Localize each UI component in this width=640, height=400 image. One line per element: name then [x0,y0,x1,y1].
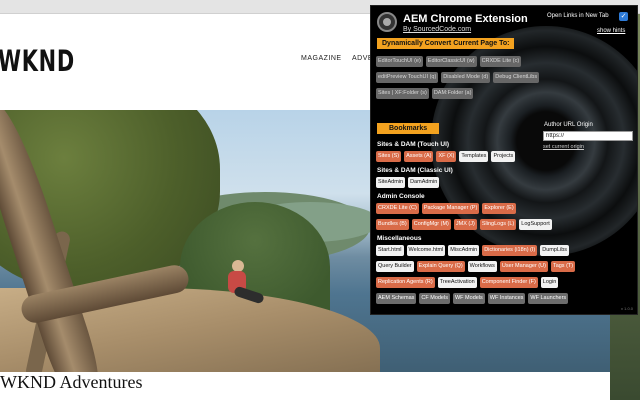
convert-editor-touchui-button[interactable]: EditorTouchUI (e) [376,56,423,67]
bookmark-row: Sites (S) Assets (A) XF (X) Templates Pr… [376,151,516,162]
convert-row: Sites | XF:Folder (s) DAM:Folder (a) [376,88,474,99]
bookmark-explorer-button[interactable]: Explorer (E) [482,203,516,214]
admin-console-heading: Admin Console [377,193,425,200]
convert-sites-folder-button[interactable]: Sites | XF:Folder (s) [376,88,429,99]
bookmark-explain-query-button[interactable]: Explain Query (Q) [416,261,465,272]
bookmark-aem-schemas-button[interactable]: AEM Schemas [376,293,417,304]
extension-title: AEM Chrome Extension [403,13,528,25]
bookmark-tags-button[interactable]: Tags (T) [550,261,576,272]
author-url-input[interactable] [543,131,633,141]
bookmark-wf-models-button[interactable]: WF Models [452,293,485,304]
bookmark-cf-models-button[interactable]: CF Models [419,293,450,304]
convert-row: EditorTouchUI (e) EditorClassicUI (w) CR… [376,56,522,67]
bookmark-row: CRXDE Lite (C) Package Manager (P) Explo… [376,203,516,214]
bookmark-crxde-button[interactable]: CRXDE Lite (C) [376,203,419,214]
convert-editor-classicui-button[interactable]: EditorClassicUI (w) [425,56,477,67]
bookmark-sites-button[interactable]: Sites (S) [376,151,402,162]
sites-touch-heading: Sites & DAM (Touch UI) [377,141,450,148]
bookmark-row: Bundles (B) ConfigMgr (M) JMX (J) SlingL… [376,219,552,230]
set-current-origin-link[interactable]: set current origin [543,144,584,150]
convert-row: editPreview TouchUI (q) Disabled Mode (d… [376,72,540,83]
byline-link[interactable]: By SourcedCode.com [403,26,471,33]
bookmark-user-manager-button[interactable]: User Manager (U) [499,261,548,272]
show-hints-link[interactable]: show hints [597,28,625,34]
bookmark-query-builder-button[interactable]: Query Builder [376,261,414,272]
bookmark-row: Query Builder Explain Query (Q) Workflow… [376,261,576,272]
bookmark-welcome-button[interactable]: Welcome.html [406,245,446,256]
bookmark-dumplibs-button[interactable]: DumpLibs [540,245,570,256]
bookmark-row: Replication Agents (R) TreeActivation Co… [376,277,559,288]
bookmark-component-finder-button[interactable]: Component Finder (F) [479,277,538,288]
bookmark-configmgr-button[interactable]: ConfigMgr (M) [411,219,451,230]
version-label: v 1.0.0 [621,306,634,311]
extension-popup: AEM Chrome Extension By SourcedCode.com … [370,5,638,315]
bookmark-wf-launchers-button[interactable]: WF Launchers [528,293,569,304]
sites-classic-heading: Sites & DAM (Classic UI) [377,167,453,174]
bookmark-projects-button[interactable]: Projects [491,151,516,162]
bookmark-row: SiteAdmin DamAdmin [376,177,440,188]
bookmark-replication-agents-button[interactable]: Replication Agents (R) [376,277,435,288]
bookmark-slinglogs-button[interactable]: SlingLogs (L) [479,219,517,230]
convert-disabled-mode-button[interactable]: Disabled Mode (d) [441,72,491,83]
bookmark-siteadmin-button[interactable]: SiteAdmin [376,177,406,188]
convert-dam-folder-button[interactable]: DAM:Folder (a) [431,88,474,99]
open-links-checkbox[interactable]: ✓ [619,12,628,21]
bookmark-treeactivation-button[interactable]: TreeActivation [437,277,477,288]
convert-heading: Dynamically Convert Current Page To: [377,38,515,49]
bookmark-damadmin-button[interactable]: DamAdmin [408,177,440,188]
bookmark-bundles-button[interactable]: Bundles (B) [376,219,409,230]
bookmark-jmx-button[interactable]: JMX (J) [453,219,477,230]
bookmark-row: Start.html Welcome.html MiscAdmin Dictio… [376,245,570,256]
bookmark-login-button[interactable]: Login [540,277,559,288]
bookmark-miscadmin-button[interactable]: MiscAdmin [448,245,480,256]
bookmarks-heading: Bookmarks [377,123,440,134]
extension-logo-icon [377,12,397,32]
bookmark-row: AEM Schemas CF Models WF Models WF Insta… [376,293,569,304]
site-logo[interactable]: WKND [0,44,75,78]
hero-person [224,260,265,305]
bookmark-workflows-button[interactable]: Workflows [467,261,497,272]
bookmark-package-manager-button[interactable]: Package Manager (P) [421,203,480,214]
bookmark-logsupport-button[interactable]: LogSupport [519,219,552,230]
convert-crxde-button[interactable]: CRXDE Lite (c) [479,56,522,67]
bookmark-dictionaries-button[interactable]: Dictionaries (i18n) (I) [482,245,538,256]
bookmark-start-button[interactable]: Start.html [376,245,404,256]
bookmark-xf-button[interactable]: XF (X) [436,151,457,162]
bookmark-wf-instances-button[interactable]: WF Instances [487,293,526,304]
article-title[interactable]: WKND Adventures [0,372,142,393]
convert-debug-clientlibs-button[interactable]: Debug ClientLibs [493,72,540,83]
convert-edit-preview-button[interactable]: editPreview TouchUI (q) [376,72,439,83]
author-url-label: Author URL Origin [544,122,593,128]
bookmark-assets-button[interactable]: Assets (A) [404,151,434,162]
bookmark-templates-button[interactable]: Templates [459,151,489,162]
miscellaneous-heading: Miscellaneous [377,235,422,242]
nav-magazine[interactable]: MAGAZINE [301,55,342,62]
open-links-label: Open Links in New Tab [547,13,609,19]
